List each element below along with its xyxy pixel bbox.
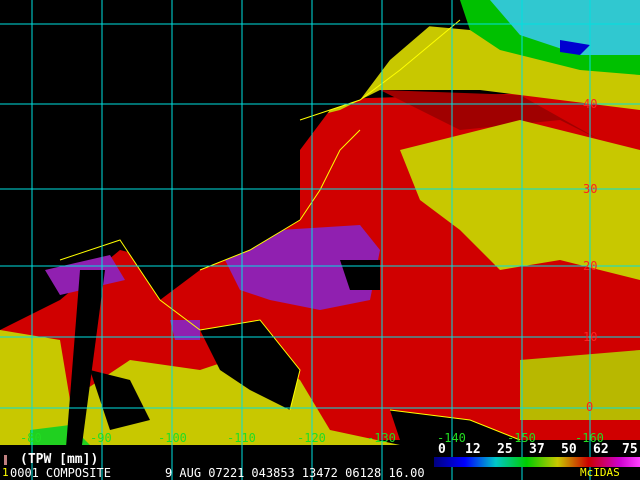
status-line: 0001 COMPOSITE 9 AUG 07221 043853 13472 … [10,466,425,480]
footer-name: COMPOSITE [45,466,111,480]
mcidas-brand: McIDAS [580,466,620,479]
product-title: (TPW [mm]) [20,452,99,467]
footer-spacer [118,466,158,480]
latitude-label: 0 [586,400,594,414]
frame-indicator [4,455,7,465]
longitude-label: -120 [297,431,326,445]
scale-label: 0 [438,442,446,457]
footer-fields: 13472 06128 16.00 [301,466,425,480]
longitude-label: -80 [20,431,42,445]
satellite-image-viewer: -80 -90 -100 -110 -120 -130 -140 -150 -1… [0,0,640,480]
footer-id: 0001 [10,466,39,480]
longitude-label: -90 [90,431,112,445]
footer-time: 043853 [251,466,295,480]
tpw-map [0,0,640,480]
footer-date: 9 AUG 07221 [164,466,245,480]
longitude-label: -110 [227,431,256,445]
scale-label: 62 [593,442,609,457]
scale-label: 25 [497,442,513,457]
latitude-label: 40 [583,97,598,111]
scale-label: 50 [561,442,577,457]
latitude-label: 10 [583,330,598,344]
latitude-label: 20 [583,259,598,273]
scale-label: 75 [622,442,638,457]
longitude-label: -130 [367,431,396,445]
longitude-label: -100 [158,431,187,445]
tpw-region-moderate [520,350,640,420]
frame-number: 1 [2,466,9,479]
latitude-label: 30 [583,182,598,196]
scale-label: 37 [529,442,545,457]
scale-label: 12 [465,442,481,457]
